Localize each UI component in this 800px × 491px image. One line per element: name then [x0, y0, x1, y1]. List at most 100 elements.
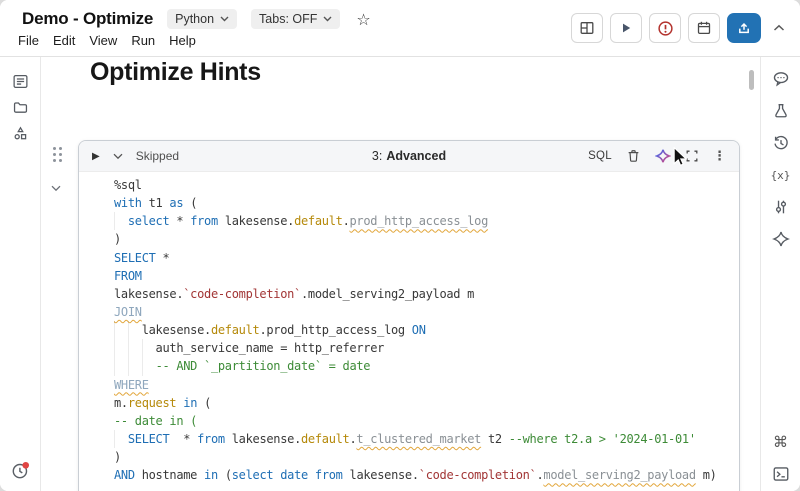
- run-options-chevron-icon[interactable]: [113, 153, 123, 160]
- code-line[interactable]: lakesense.`code-completion`.model_servin…: [114, 285, 739, 303]
- menu-file[interactable]: File: [18, 33, 39, 48]
- tabs-selector[interactable]: Tabs: OFF: [251, 9, 340, 29]
- code-token[interactable]: *: [169, 214, 190, 228]
- code-line[interactable]: ): [114, 230, 739, 248]
- code-token[interactable]: default: [211, 323, 259, 337]
- code-line[interactable]: ): [114, 448, 739, 466]
- code-token[interactable]: in: [183, 396, 197, 410]
- code-token[interactable]: SELECT: [128, 432, 170, 446]
- code-token[interactable]: -- AND `_partition_date` = date: [156, 359, 371, 373]
- code-token[interactable]: hostname: [135, 468, 204, 482]
- code-token[interactable]: .model_serving2_payload m: [301, 287, 474, 301]
- code-token[interactable]: from: [197, 432, 225, 446]
- code-line[interactable]: %sql: [114, 176, 739, 194]
- code-token[interactable]: AND: [114, 468, 135, 482]
- code-token[interactable]: SELECT: [114, 251, 156, 265]
- favorite-star-icon[interactable]: ☆: [356, 10, 370, 29]
- comments-icon[interactable]: [772, 70, 790, 88]
- code-token[interactable]: lakesense.: [114, 287, 183, 301]
- code-token[interactable]: lakesense.: [218, 214, 294, 228]
- code-line[interactable]: -- AND `_partition_date` = date: [114, 357, 739, 375]
- run-all-button[interactable]: [610, 13, 642, 43]
- code-token[interactable]: lakesense.: [225, 432, 301, 446]
- code-token[interactable]: [114, 432, 128, 446]
- code-token[interactable]: --where t2.a > '2024-01-01': [509, 432, 696, 446]
- language-selector[interactable]: Python: [167, 9, 237, 29]
- code-line[interactable]: WHERE: [114, 376, 739, 394]
- share-button[interactable]: [727, 13, 761, 43]
- code-line[interactable]: auth_service_name = http_referrer: [114, 339, 739, 357]
- collapse-toolbar-button[interactable]: [768, 14, 790, 42]
- code-line[interactable]: with t1 as (: [114, 194, 739, 212]
- code-token[interactable]: request: [128, 396, 176, 410]
- code-token[interactable]: in: [204, 468, 218, 482]
- code-token[interactable]: from: [190, 214, 218, 228]
- code-line[interactable]: -- date in (: [114, 412, 739, 430]
- code-line[interactable]: SELECT * from lakesense.default.t_cluste…: [114, 430, 739, 448]
- code-token[interactable]: (: [183, 196, 197, 210]
- schedule-button[interactable]: [688, 13, 720, 43]
- code-token[interactable]: (: [197, 396, 211, 410]
- code-token[interactable]: default: [294, 214, 342, 228]
- code-token[interactable]: ): [114, 450, 121, 464]
- history-icon[interactable]: [772, 134, 790, 152]
- code-token[interactable]: [308, 468, 315, 482]
- code-token[interactable]: select: [232, 468, 274, 482]
- code-token[interactable]: prod_http_access_log: [350, 214, 489, 228]
- code-line[interactable]: m.request in (: [114, 394, 739, 412]
- code-token[interactable]: -- date in (: [114, 414, 197, 428]
- code-token[interactable]: as: [169, 196, 183, 210]
- code-token[interactable]: m.: [114, 396, 128, 410]
- code-token[interactable]: `code-completion`: [183, 287, 301, 301]
- code-token[interactable]: [114, 359, 156, 373]
- code-line[interactable]: lakesense.default.prod_http_access_log O…: [114, 321, 739, 339]
- code-token[interactable]: %sql: [114, 178, 142, 192]
- cell-drag-handle[interactable]: [53, 147, 62, 162]
- cell-title[interactable]: 3: Advanced: [372, 141, 446, 171]
- code-token[interactable]: .: [343, 214, 350, 228]
- settings-sliders-icon[interactable]: [772, 198, 790, 216]
- code-line[interactable]: FROM: [114, 267, 739, 285]
- assistant-button[interactable]: [655, 148, 671, 164]
- experiments-icon[interactable]: [772, 102, 790, 120]
- code-token[interactable]: select: [128, 214, 170, 228]
- code-line[interactable]: select * from lakesense.default.prod_htt…: [114, 212, 739, 230]
- code-area[interactable]: %sql with t1 as ( select * from lakesense…: [79, 172, 739, 491]
- code-token[interactable]: `code-completion`: [419, 468, 537, 482]
- code-token[interactable]: [114, 214, 128, 228]
- menu-run[interactable]: Run: [131, 33, 155, 48]
- code-token[interactable]: t2: [481, 432, 509, 446]
- code-token[interactable]: m): [696, 468, 717, 482]
- interrupt-button[interactable]: [649, 13, 681, 43]
- command-palette-icon[interactable]: ⌘: [772, 433, 790, 451]
- code-token[interactable]: with: [114, 196, 142, 210]
- terminal-icon[interactable]: [772, 465, 790, 483]
- code-line[interactable]: SELECT *: [114, 249, 739, 267]
- code-token[interactable]: FROM: [114, 269, 142, 283]
- code-token[interactable]: *: [156, 251, 170, 265]
- table-of-contents-icon[interactable]: [11, 72, 29, 90]
- assistant-sparkle-icon[interactable]: [772, 230, 790, 248]
- code-token[interactable]: (: [218, 468, 232, 482]
- code-token[interactable]: date: [280, 468, 308, 482]
- menu-edit[interactable]: Edit: [53, 33, 75, 48]
- code-token[interactable]: t_clustered_market: [356, 432, 481, 446]
- code-token[interactable]: *: [169, 432, 197, 446]
- folder-icon[interactable]: [11, 98, 29, 116]
- variables-icon[interactable]: {x}: [772, 166, 790, 184]
- kebab-menu-icon[interactable]: ⋮: [713, 149, 726, 164]
- code-line[interactable]: AND hostname in (select date from lakese…: [114, 466, 739, 484]
- code-token[interactable]: auth_service_name = http_referrer: [114, 341, 384, 355]
- expand-cell-button[interactable]: [685, 149, 699, 163]
- code-token[interactable]: t1: [142, 196, 170, 210]
- code-token[interactable]: ON: [412, 323, 426, 337]
- schema-browser-icon[interactable]: [11, 124, 29, 142]
- menu-view[interactable]: View: [89, 33, 117, 48]
- clock-notification-icon[interactable]: [10, 459, 32, 486]
- code-token[interactable]: JOIN: [114, 305, 142, 319]
- code-token[interactable]: from: [315, 468, 343, 482]
- cell-language-badge[interactable]: SQL: [588, 150, 612, 162]
- delete-cell-button[interactable]: [626, 148, 641, 164]
- run-cell-icon[interactable]: ▶: [92, 151, 100, 162]
- code-token[interactable]: lakesense.: [343, 468, 419, 482]
